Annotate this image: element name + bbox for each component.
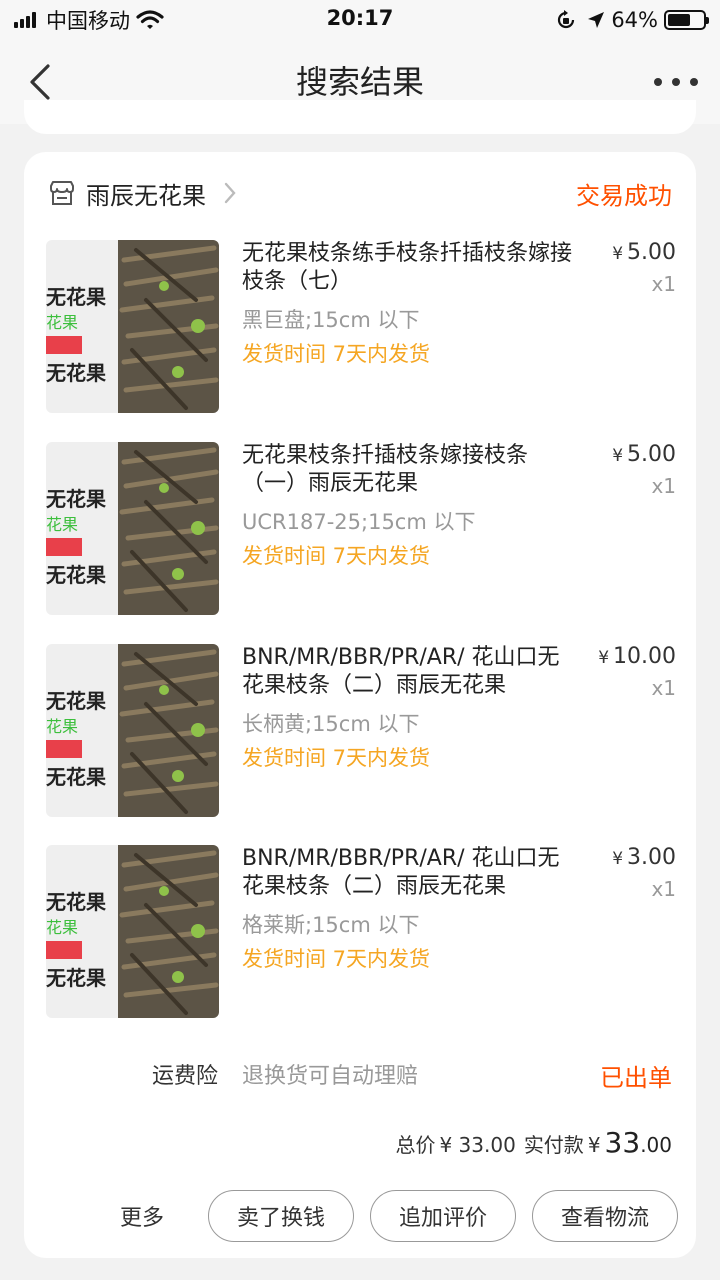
thumb-text-3: 无花果 bbox=[46, 563, 106, 587]
item-price: ¥3.00 bbox=[612, 845, 676, 870]
order-actions: 更多 卖了换钱 追加评价 查看物流 bbox=[24, 1190, 696, 1242]
battery-percent: 64% bbox=[611, 8, 658, 32]
item-title: 无花果枝条扦插枝条嫁接枝条（一）雨辰无花果 bbox=[242, 443, 529, 496]
chevron-right-icon bbox=[224, 182, 236, 204]
item-shipping-time: 发货时间 7天内发货 bbox=[242, 342, 431, 366]
item-price-value: 5.00 bbox=[627, 240, 676, 265]
paid-amount-dec: .00 bbox=[640, 1133, 672, 1157]
order-item[interactable]: 无花果 花果 无花果 无花果枝条扦插枝条嫁接枝条（一）雨辰无花果 UCR187-25;1… bbox=[46, 442, 676, 616]
item-currency: ¥ bbox=[612, 244, 624, 264]
thumb-text-2: 花果 bbox=[46, 918, 78, 937]
insurance-label: 运费险 bbox=[151, 1064, 218, 1089]
item-currency: ¥ bbox=[612, 849, 624, 869]
thumb-text-3: 无花果 bbox=[46, 361, 106, 385]
item-shipping-time: 发货时间 7天内发货 bbox=[242, 947, 431, 971]
location-icon bbox=[588, 12, 605, 28]
item-currency: ¥ bbox=[598, 648, 610, 668]
paid-currency: ¥ bbox=[587, 1133, 601, 1157]
item-price: ¥5.00 bbox=[612, 442, 676, 467]
order-status: 交易成功 bbox=[576, 182, 672, 210]
item-spec: UCR187-25;15cm 以下 bbox=[242, 510, 476, 534]
thumb-text-2: 花果 bbox=[46, 515, 78, 534]
thumb-text-1: 无花果 bbox=[46, 285, 106, 309]
item-price: ¥10.00 bbox=[598, 644, 676, 669]
item-quantity: x1 bbox=[651, 272, 676, 296]
item-quantity: x1 bbox=[651, 474, 676, 498]
total-value: ¥ 33.00 bbox=[439, 1133, 516, 1157]
product-thumbnail: 无花果 花果 无花果 bbox=[46, 442, 219, 615]
product-thumbnail: 无花果 花果 无花果 bbox=[46, 845, 219, 1018]
item-spec: 黑巨盘;15cm 以下 bbox=[242, 308, 420, 332]
battery-icon bbox=[664, 10, 709, 30]
item-title: 无花果枝条练手枝条扦插枝条嫁接枝条（七） bbox=[242, 241, 573, 294]
item-spec: 长柄黄;15cm 以下 bbox=[242, 712, 420, 736]
orientation-lock-icon bbox=[558, 10, 575, 29]
order-item[interactable]: 无花果 花果 无花果 BNR/MR/BBR/PR/AR/ 花山口无花果枝条（二）雨辰无… bbox=[46, 644, 676, 818]
status-bar: 中国移动 20:17 64% bbox=[0, 0, 720, 40]
store-icon bbox=[50, 181, 74, 205]
shipping-insurance-row[interactable]: 运费险 退换货可自动理赔 已出单 bbox=[24, 1054, 696, 1094]
item-quantity: x1 bbox=[651, 676, 676, 700]
paid-label: 实付款 bbox=[523, 1133, 584, 1157]
item-price: ¥5.00 bbox=[612, 240, 676, 265]
item-currency: ¥ bbox=[612, 446, 624, 466]
product-thumbnail: 无花果 花果 无花果 bbox=[46, 644, 219, 817]
sell-button[interactable]: 卖了换钱 bbox=[208, 1190, 354, 1242]
item-spec: 格莱斯;15cm 以下 bbox=[242, 913, 420, 937]
more-dots-icon[interactable] bbox=[654, 64, 698, 100]
thumb-text-2: 花果 bbox=[46, 313, 78, 332]
thumb-text-1: 无花果 bbox=[46, 689, 106, 713]
item-title: BNR/MR/BBR/PR/AR/ 花山口无花果枝条（二）雨辰无花果 bbox=[242, 645, 560, 698]
shop-link[interactable]: 雨辰无花果 bbox=[48, 174, 236, 212]
order-item[interactable]: 无花果 花果 无花果 BNR/MR/BBR/PR/AR/ 花山口无花果枝条（二）雨辰无… bbox=[46, 845, 676, 1019]
item-shipping-time: 发货时间 7天内发货 bbox=[242, 746, 431, 770]
more-button[interactable]: 更多 bbox=[120, 1200, 164, 1232]
order-item[interactable]: 无花果 花果 无花果 无花果枝条练手枝条扦插枝条嫁接枝条（七） 黑巨盘;15cm 以下发… bbox=[46, 240, 676, 414]
add-review-button[interactable]: 追加评价 bbox=[370, 1190, 516, 1242]
total-label: 总价 bbox=[395, 1133, 436, 1157]
thumb-text-1: 无花果 bbox=[46, 890, 106, 914]
view-logistics-button[interactable]: 查看物流 bbox=[532, 1190, 678, 1242]
page-title: 搜索结果 bbox=[295, 63, 424, 101]
item-title: BNR/MR/BBR/PR/AR/ 花山口无花果枝条（二）雨辰无花果 bbox=[242, 846, 560, 899]
thumb-text-3: 无花果 bbox=[46, 966, 106, 990]
item-price-value: 10.00 bbox=[613, 644, 676, 669]
shop-name: 雨辰无花果 bbox=[86, 181, 206, 210]
item-shipping-time: 发货时间 7天内发货 bbox=[242, 544, 431, 568]
order-card: 雨辰无花果 交易成功 无花果 花果 无花果 无花果枝条练手枝条扦插枝条嫁接枝条（七）黑… bbox=[24, 152, 696, 1258]
thumb-text-1: 无花果 bbox=[46, 487, 106, 511]
product-thumbnail: 无花果 花果 无花果 bbox=[46, 240, 219, 413]
paid-amount-int: 33 bbox=[604, 1126, 641, 1159]
order-totals: 总价 ¥ 33.00 实付款 ¥ 33.00 bbox=[395, 1126, 672, 1159]
item-price-value: 5.00 bbox=[627, 442, 676, 467]
thumb-text-3: 无花果 bbox=[46, 765, 106, 789]
item-quantity: x1 bbox=[651, 877, 676, 901]
item-price-value: 3.00 bbox=[627, 845, 676, 870]
insurance-status: 已出单 bbox=[600, 1064, 672, 1092]
previous-order-card bbox=[24, 100, 696, 134]
thumb-text-2: 花果 bbox=[46, 717, 78, 736]
insurance-desc: 退换货可自动理赔 bbox=[242, 1064, 419, 1089]
